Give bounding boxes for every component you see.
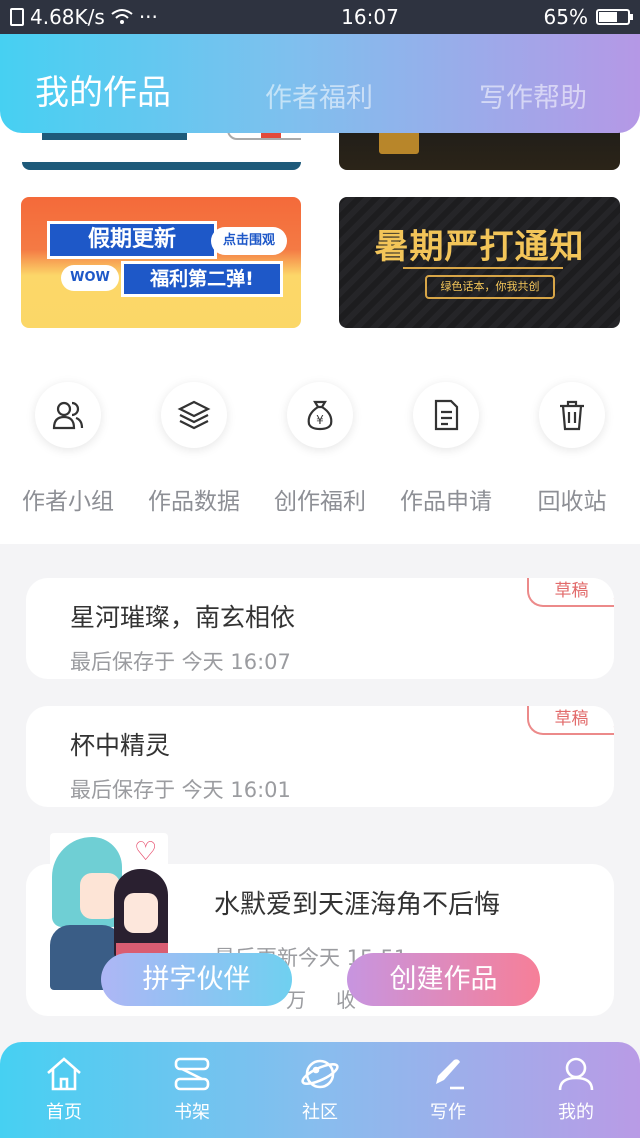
battery-percent: 65% [543,5,588,29]
user-icon [558,1057,594,1091]
banner-title: 暑期严打通知 [374,227,585,267]
nav-label: 我的 [558,1102,594,1123]
trash-icon [560,400,584,431]
draft-badge: 草稿 [527,706,614,735]
nav-label: 写作 [430,1102,466,1123]
save-time: 最后保存于 今天 16:01 [70,778,291,802]
work-title: 水默爱到天涯海角不后悔 [214,890,501,920]
tab-my-works[interactable]: 我的作品 [35,65,171,114]
document-icon [434,399,459,431]
nav-label: 书架 [174,1102,210,1123]
nav-community[interactable]: 社区 [275,1056,365,1124]
layers-icon [177,400,211,430]
tab-writing-help[interactable]: 写作帮助 [479,76,587,115]
people-icon [52,401,84,430]
nav-me[interactable]: 我的 [531,1056,621,1124]
nav-label: 首页 [46,1102,82,1123]
draft-card[interactable]: 杯中精灵 最后保存于 今天 16:01 草稿 [26,706,614,807]
money-bag-icon: ¥ [307,400,333,431]
work-title: 星河璀璨，南玄相依 [70,603,296,632]
shortcut-work-application[interactable] [413,382,479,448]
nav-write[interactable]: 写作 [403,1056,493,1124]
work-title: 杯中精灵 [70,731,171,760]
banner-badge: WOW [61,265,119,291]
tab-author-benefits[interactable]: 作者福利 [265,76,373,115]
draft-badge: 草稿 [527,578,614,607]
draft-card[interactable]: 星河璀璨，南玄相依 最后保存于 今天 16:07 草稿 [26,578,614,679]
shortcut-author-group[interactable] [35,382,101,448]
status-bar: 4.68K/s ··· 16:07 65% [0,0,640,34]
shortcut-label: 回收站 [537,489,607,515]
network-speed: 4.68K/s [30,5,105,29]
banner-pill: 点击围观 [211,227,287,255]
planet-icon [301,1059,339,1089]
create-work-button[interactable]: 创建作品 [347,953,540,1006]
svg-text:¥: ¥ [316,413,324,427]
nav-label: 社区 [302,1102,338,1123]
banner-subtitle: 绿色话本，你我共创 [425,275,555,299]
more-icon: ··· [138,5,158,29]
home-icon [47,1057,81,1091]
shortcut-recycle-bin[interactable] [539,382,605,448]
shortcut-label: 作品数据 [148,489,240,515]
battery-icon [596,9,633,25]
shortcut-label: 作者小组 [22,489,114,515]
shortcut-label: 创作福利 [274,489,366,515]
pen-icon [436,1059,464,1090]
shortcut-work-data[interactable] [161,382,227,448]
wifi-icon [111,9,133,24]
banner-holiday-update[interactable]: 假期更新 点击围观 WOW 福利第二弹! [21,197,301,328]
top-header: 我的作品 作者福利 写作帮助 [0,32,640,133]
bookshelf-icon [174,1057,210,1091]
nav-home[interactable]: 首页 [19,1056,109,1124]
banner-title: 假期更新 [47,221,217,259]
nav-bookshelf[interactable]: 书架 [147,1056,237,1124]
banner-summer-notice[interactable]: 暑期严打通知 绿色话本，你我共创 [339,197,620,328]
shortcut-label: 作品申请 [400,489,492,515]
banner-subtitle: 福利第二弹! [121,261,283,297]
clock: 16:07 [341,5,399,29]
sim-icon [10,8,24,26]
bottom-nav: 首页 书架 社区 写作 我的 [0,1042,640,1138]
save-time: 最后保存于 今天 16:07 [70,650,291,674]
partner-button[interactable]: 拼字伙伴 [101,953,292,1006]
shortcut-creation-benefits[interactable]: ¥ [287,382,353,448]
divider [403,267,563,269]
